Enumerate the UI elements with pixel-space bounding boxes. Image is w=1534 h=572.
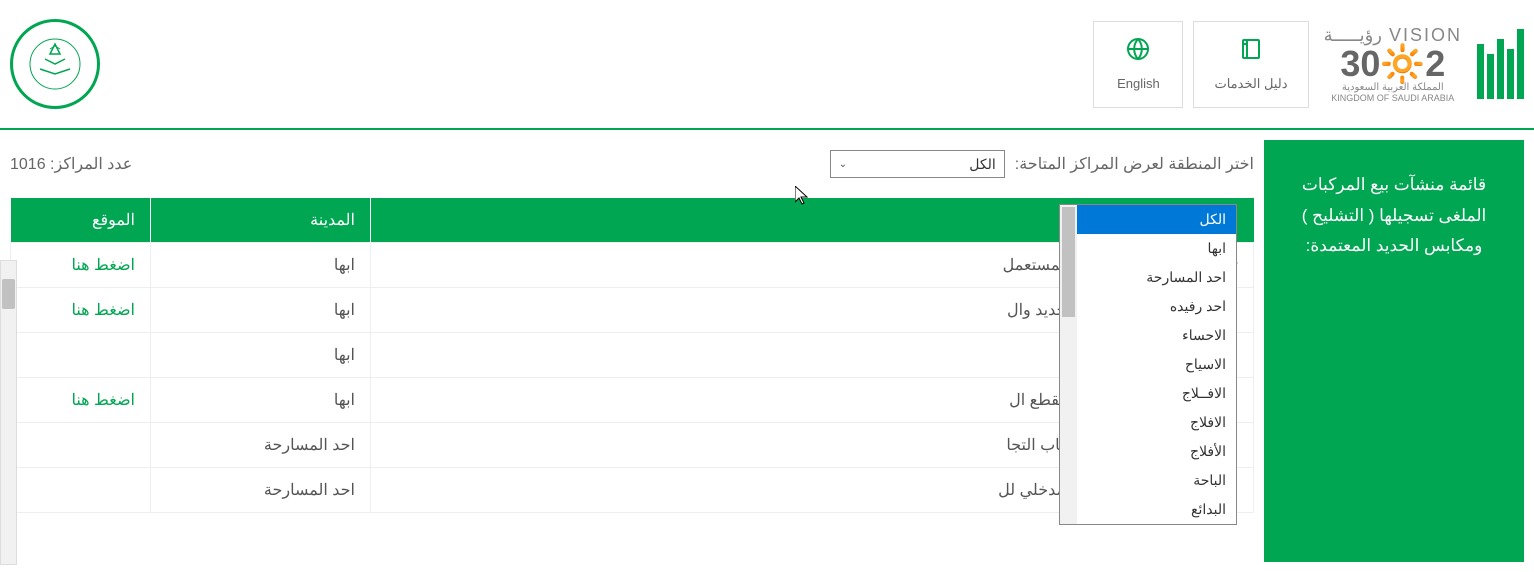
location-link[interactable]: اضغط هنا: [71, 302, 135, 319]
cell-city: ابها: [151, 333, 371, 378]
cell-city: احد المسارحة: [151, 468, 371, 513]
dropdown-option[interactable]: البدائع: [1060, 495, 1236, 524]
cell-city: احد المسارحة: [151, 423, 371, 468]
header-buttons: دليل الخدمات English: [1093, 21, 1308, 108]
vision-2030-logo: VISION رؤيـــــة 2🔆30 المملكة العربية ال…: [1324, 25, 1462, 103]
table-scrollbar[interactable]: [0, 260, 17, 565]
cell-location: اضغط هنا: [11, 378, 151, 423]
header-city: المدينة: [151, 198, 371, 243]
moi-emblem: [10, 19, 100, 109]
vision-country-ar: المملكة العربية السعودية: [1324, 82, 1462, 93]
cell-city: ابها: [151, 243, 371, 288]
dropdown-scrollbar-thumb[interactable]: [1062, 207, 1075, 317]
globe-icon: [1114, 37, 1162, 68]
location-link[interactable]: اضغط هنا: [71, 257, 135, 274]
count-label: عدد المراكز:: [50, 156, 132, 173]
filter-right: اختر المنطقة لعرض المراكز المتاحة: ⌄ الك…: [830, 150, 1254, 178]
scrollbar-thumb[interactable]: [2, 279, 15, 309]
language-label: English: [1114, 76, 1162, 91]
dropdown-scrollbar[interactable]: [1060, 205, 1077, 524]
region-select[interactable]: ⌄ الكل: [830, 150, 1005, 178]
filter-label: اختر المنطقة لعرض المراكز المتاحة:: [1015, 154, 1254, 174]
services-guide-button[interactable]: دليل الخدمات: [1193, 21, 1308, 108]
cell-location: [11, 423, 151, 468]
services-guide-label: دليل الخدمات: [1214, 76, 1287, 92]
dropdown-option[interactable]: احد المسارحة: [1060, 263, 1236, 292]
header-right: VISION رؤيـــــة 2🔆30 المملكة العربية ال…: [1093, 21, 1524, 108]
vision-country-en: KINGDOM OF SAUDI ARABIA: [1324, 93, 1462, 103]
main-content: قائمة منشآت بيع المركبات الملغى تسجيلها …: [0, 130, 1534, 572]
dropdown-option[interactable]: الافــلاج: [1060, 379, 1236, 408]
dropdown-option[interactable]: الأفلاج: [1060, 437, 1236, 466]
absher-logo: [1477, 29, 1524, 99]
dropdown-option[interactable]: الافلاج: [1060, 408, 1236, 437]
dropdown-option[interactable]: الكل: [1060, 205, 1236, 234]
dropdown-option[interactable]: ابها: [1060, 234, 1236, 263]
vision-year: 2🔆30: [1324, 46, 1462, 82]
dropdown-option[interactable]: الباحة: [1060, 466, 1236, 495]
cell-location: اضغط هنا: [11, 243, 151, 288]
cell-location: اضغط هنا: [11, 288, 151, 333]
location-link[interactable]: اضغط هنا: [71, 392, 135, 409]
cell-location: [11, 468, 151, 513]
centers-count: عدد المراكز: 1016: [10, 154, 132, 174]
cell-city: ابها: [151, 288, 371, 333]
book-icon: [1214, 37, 1287, 68]
language-button[interactable]: English: [1093, 21, 1183, 108]
dropdown-option[interactable]: احد رفيده: [1060, 292, 1236, 321]
region-dropdown-panel: الكلابهااحد المسارحةاحد رفيدهالاحساءالاس…: [1059, 204, 1237, 525]
chevron-down-icon: ⌄: [839, 159, 847, 170]
region-selected-value: الكل: [969, 156, 996, 173]
cell-city: ابها: [151, 378, 371, 423]
dropdown-option[interactable]: الاحساء: [1060, 321, 1236, 350]
dropdown-option[interactable]: الاسياح: [1060, 350, 1236, 379]
sidebar-title: قائمة منشآت بيع المركبات الملغى تسجيلها …: [1279, 170, 1509, 262]
header: VISION رؤيـــــة 2🔆30 المملكة العربية ال…: [0, 0, 1534, 130]
filter-row: اختر المنطقة لعرض المراكز المتاحة: ⌄ الك…: [10, 150, 1254, 178]
sidebar: قائمة منشآت بيع المركبات الملغى تسجيلها …: [1264, 140, 1524, 562]
cell-location: [11, 333, 151, 378]
header-location: الموقع: [11, 198, 151, 243]
count-value: 1016: [10, 156, 46, 173]
